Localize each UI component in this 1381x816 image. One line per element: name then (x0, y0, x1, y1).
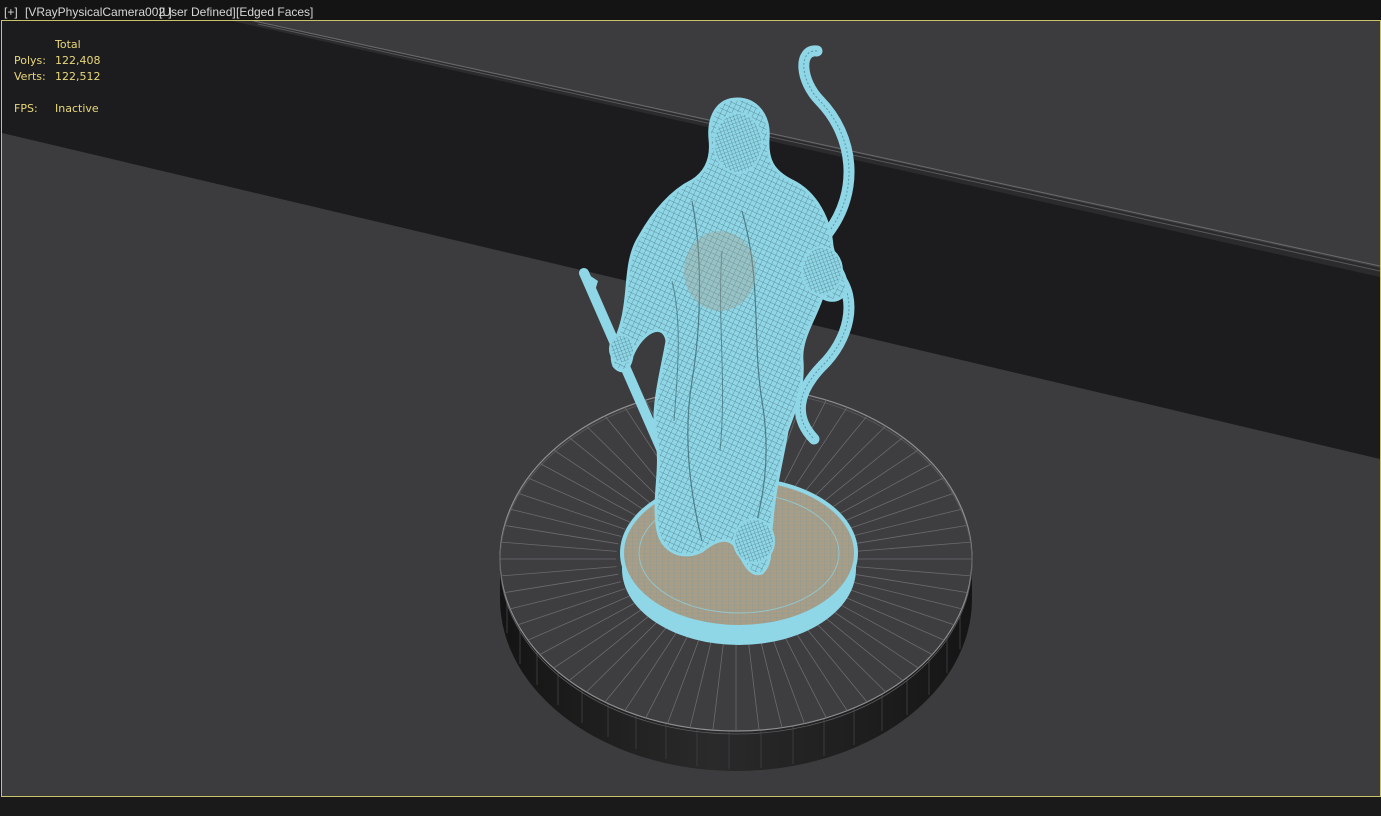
stats-polys-value: 122,408 (55, 54, 101, 67)
statue-left-hand (609, 334, 635, 364)
perspective-viewport[interactable]: Total Polys: 122,408 Verts: 122,512 FPS:… (1, 20, 1381, 797)
viewport-view-menu[interactable]: [User Defined] (159, 5, 236, 20)
stats-verts-label: Verts: (14, 70, 46, 83)
stats-fps-value: Inactive (55, 102, 99, 115)
viewport-shading-menu[interactable]: [Edged Faces] (236, 5, 313, 20)
stats-verts-value: 122,512 (55, 70, 101, 83)
viewport-app: [+] [VRayPhysicalCamera002 ] [User Defin… (0, 0, 1381, 816)
stats-polys-label: Polys: (14, 54, 46, 67)
viewport-label-bar: [+] [VRayPhysicalCamera002 ] [User Defin… (0, 0, 1381, 20)
viewport-bottom-strip (0, 797, 1381, 816)
viewport-plus-menu[interactable]: [+] (4, 5, 18, 20)
scene-canvas[interactable] (2, 21, 1380, 796)
statue-right-hand (801, 246, 843, 296)
statue-foot (733, 518, 775, 564)
viewport-camera-menu[interactable]: [VRayPhysicalCamera002 ] (25, 5, 172, 20)
stats-total-header: Total (55, 38, 81, 51)
stats-fps-label: FPS: (14, 102, 38, 115)
statue-head (713, 112, 763, 174)
